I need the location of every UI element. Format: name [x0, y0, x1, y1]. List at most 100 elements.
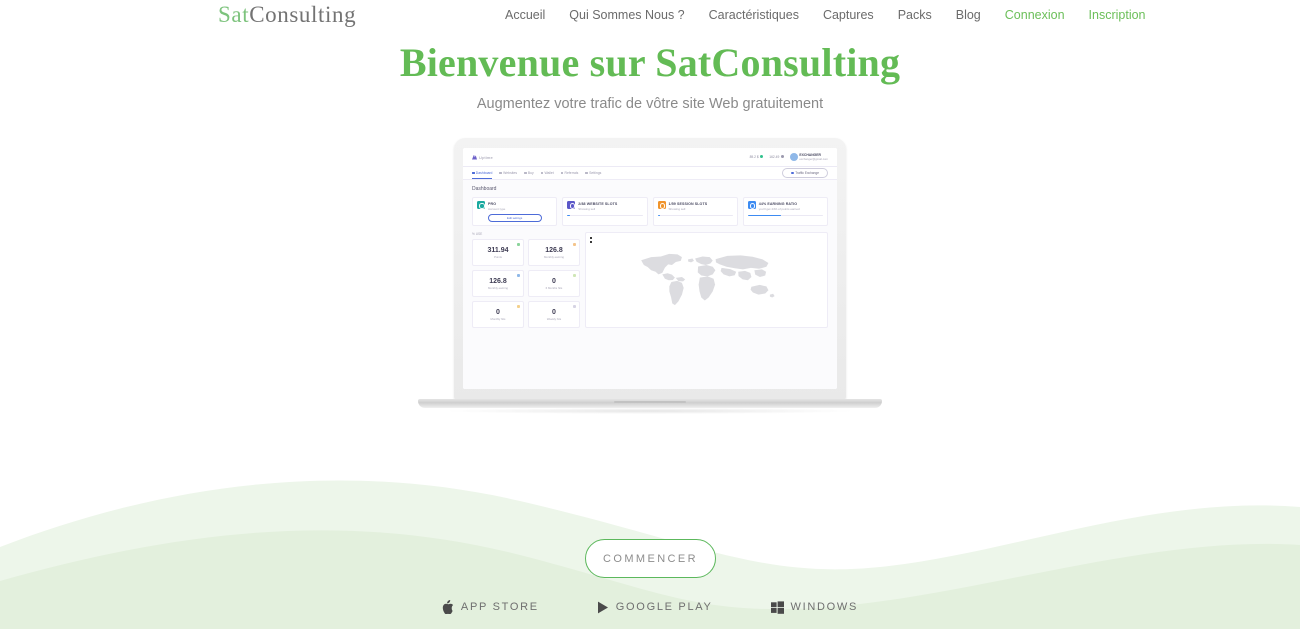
tab-wallet-label: Wallet [544, 171, 554, 175]
tab-referrals[interactable]: Referrals [560, 171, 579, 175]
windows-link[interactable]: WINDOWS [770, 600, 859, 614]
stat-card-account: PRO Account type Edit settings [472, 197, 558, 227]
store-links: APP STORE GOOGLE PLAY WINDOWS [0, 600, 1300, 614]
exchange-icon [791, 171, 794, 175]
google-play-link[interactable]: GOOGLE PLAY [597, 600, 713, 614]
metrics-grid: 311.94 Points 126.8 Monthly earning 126.… [472, 239, 580, 329]
tab-settings[interactable]: Settings [585, 171, 601, 175]
earning-ratio-subtitle: you'll get 44% of points earned [758, 207, 800, 211]
metric-dot-icon [517, 305, 520, 309]
site-header: SatConsulting Accueil Qui Sommes Nous ? … [0, 0, 1300, 30]
dashboard-lower-section: % USE 311.94 Points 126.8 Monthly earnin… [472, 232, 828, 329]
traffic-exchange-button[interactable]: Traffic Exchange [782, 168, 828, 178]
metric-label: Monthly earning [544, 255, 564, 260]
windows-label: WINDOWS [790, 601, 859, 613]
earning-ratio-icon [747, 201, 756, 209]
session-slots-icon [657, 201, 666, 209]
points-dot-icon [780, 155, 784, 159]
tab-referrals-label: Referrals [564, 171, 579, 175]
metric-value: 0 [552, 308, 556, 316]
account-title: PRO [488, 202, 497, 206]
tab-dashboard[interactable]: Dashboard [472, 171, 493, 179]
metric-label: Weekly hits [546, 317, 562, 322]
nav-item-inscription[interactable]: Inscription [1089, 8, 1146, 22]
laptop-base [418, 399, 882, 408]
world-map-card [585, 232, 828, 329]
gear-icon [585, 171, 588, 175]
nav-item-caracteristiques[interactable]: Caractéristiques [709, 8, 799, 22]
laptop-screen: Uptime 89.2 $ 162.49 EXCHANGER exchanger… [463, 148, 837, 389]
metric-dot-icon [573, 274, 576, 278]
balance-amount: 89.2 $ [749, 154, 759, 159]
landing-page: SatConsulting Accueil Qui Sommes Nous ? … [0, 0, 1300, 629]
commencer-button[interactable]: COMMENCER [585, 539, 716, 578]
stat-card-session-slots: 1/59 SESSION SLOTS Showing sell [652, 197, 738, 227]
earning-ratio-progress [747, 215, 823, 217]
user-info: EXCHANGER exchanger@gmail.com [799, 153, 828, 162]
avatar [789, 152, 798, 161]
metric-card: 311.94 Points [472, 239, 524, 267]
logo-text-primary: Sat [218, 2, 250, 27]
app-store-link[interactable]: APP STORE [442, 600, 539, 614]
metric-value: 0 [496, 308, 500, 316]
metric-card: 0 Monthly hits [472, 301, 524, 329]
user-menu[interactable]: EXCHANGER exchanger@gmail.com [789, 152, 828, 162]
dashboard-body: Dashboard PRO Account type Edit settings… [463, 180, 837, 389]
metric-card: 0 Weekly hits [528, 301, 580, 329]
stat-card-row: PRO Account type Edit settings 2/88 WEBS… [472, 197, 828, 227]
metrics-section-label: % USE [472, 232, 483, 237]
nav-item-packs[interactable]: Packs [898, 8, 932, 22]
users-icon [560, 171, 564, 175]
account-subtitle: Account type [488, 207, 506, 211]
map-zoom-out-icon[interactable] [589, 240, 593, 245]
metric-label: Monthly hits [490, 317, 506, 322]
main-navigation: Accueil Qui Sommes Nous ? Caractéristiqu… [505, 8, 1146, 22]
play-triangle-icon [597, 601, 608, 613]
metric-value: 0 [552, 277, 556, 285]
stat-card-earning-ratio: 44% EARNING RATIO you'll get 44% of poin… [742, 197, 828, 227]
dashboard-topbar: Uptime 89.2 $ 162.49 EXCHANGER exchanger… [463, 148, 837, 167]
points-amount: 162.49 [769, 154, 780, 159]
dashboard-logo-label: Uptime [479, 154, 493, 160]
session-slots-subtitle: Showing sell [668, 207, 686, 211]
edit-settings-button[interactable]: Edit settings [487, 214, 542, 223]
session-slots-title: 1/59 SESSION SLOTS [668, 202, 708, 206]
metric-label: Points [494, 255, 502, 260]
website-slots-title: 2/88 WEBSITE SLOTS [578, 202, 618, 206]
globe-icon [499, 171, 502, 175]
logo-text-secondary: Consulting [249, 2, 357, 27]
tab-settings-label: Settings [589, 171, 602, 175]
user-email: exchanger@gmail.com [799, 156, 828, 161]
nav-item-accueil[interactable]: Accueil [505, 8, 545, 22]
dashboard-heading: Dashboard [472, 186, 497, 192]
background-waves [0, 480, 1300, 629]
metric-dot-icon [573, 243, 576, 247]
nav-item-qui-sommes-nous[interactable]: Qui Sommes Nous ? [569, 8, 684, 22]
balance-online-indicator: 89.2 $ [750, 155, 764, 159]
nav-item-captures[interactable]: Captures [823, 8, 874, 22]
tab-buy[interactable]: Buy [524, 171, 534, 175]
tab-wallet[interactable]: Wallet [540, 171, 554, 175]
apple-icon [442, 600, 454, 614]
nav-item-connexion[interactable]: Connexion [1005, 8, 1065, 22]
laptop-lid: Uptime 89.2 $ 162.49 EXCHANGER exchanger… [454, 138, 846, 400]
metric-value: 126.8 [489, 277, 507, 285]
cart-icon [524, 171, 527, 175]
tab-dashboard-label: Dashboard [475, 171, 493, 175]
tab-websites[interactable]: Websites [499, 171, 517, 175]
hero-section: Bienvenue sur SatConsulting Augmentez vo… [0, 40, 1300, 112]
website-slots-progress [567, 215, 643, 217]
page-title: Bienvenue sur SatConsulting [399, 40, 901, 85]
wallet-icon [540, 171, 544, 175]
nav-item-blog[interactable]: Blog [956, 8, 981, 22]
website-slots-icon [567, 201, 576, 209]
world-map-icon [640, 253, 775, 305]
dashboard-logo: Uptime [472, 154, 493, 160]
session-slots-progress [657, 215, 733, 217]
windows-icon [770, 600, 784, 614]
dashboard-tabs: Dashboard Websites Buy Wallet Referrals … [463, 167, 837, 180]
commencer-button-label: COMMENCER [603, 552, 698, 565]
site-logo[interactable]: SatConsulting [218, 2, 356, 28]
map-zoom-controls[interactable] [589, 236, 593, 245]
dashboard-topbar-right: 89.2 $ 162.49 EXCHANGER exchanger@gmail.… [750, 153, 828, 162]
